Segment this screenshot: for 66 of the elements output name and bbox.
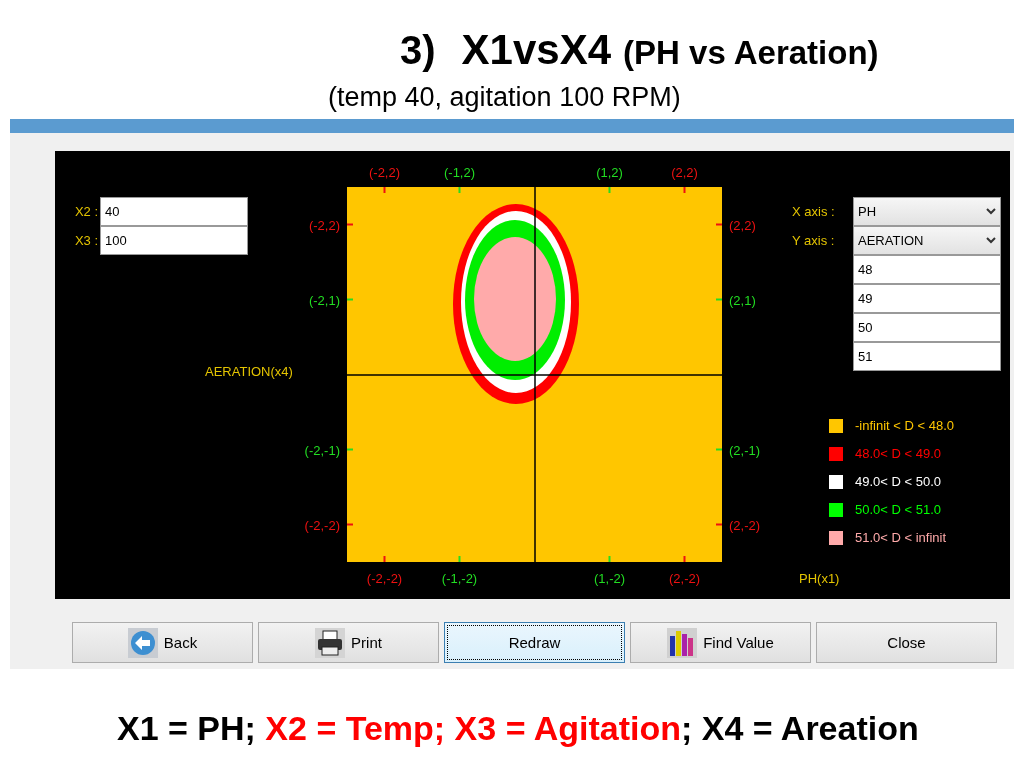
tick-mark [383, 555, 386, 562]
y-axis-label: AERATION(x4) [205, 364, 293, 379]
input-field[interactable]: 100 [100, 226, 248, 255]
legend-label: 48.0< D < 49.0 [855, 446, 941, 461]
level-field[interactable]: 51 [853, 342, 1001, 371]
tick-label: (-2,2) [308, 217, 340, 232]
tick-label: (-2,2) [368, 165, 401, 180]
tick-label: (2,-1) [729, 442, 761, 457]
level-field[interactable]: 49 [853, 284, 1001, 313]
legend-label: 49.0< D < 50.0 [855, 474, 941, 489]
tick-mark [608, 555, 611, 562]
tick-mark [383, 187, 386, 194]
level-field[interactable]: 50 [853, 313, 1001, 342]
tick-label: (2,-2) [729, 517, 761, 532]
input-field[interactable]: 40 [100, 197, 248, 226]
tick-label: (2,1) [729, 292, 756, 307]
field-label: X3 : [73, 233, 99, 248]
books-icon [667, 627, 698, 658]
toolbar-button[interactable]: Print [258, 622, 439, 663]
tick-label: (-2,-2) [366, 571, 403, 586]
tick-mark [608, 187, 611, 194]
level-field[interactable]: 48 [853, 255, 1001, 284]
tick-label: (2,2) [729, 217, 756, 232]
tick-label: (1,-2) [593, 571, 626, 586]
tick-mark [715, 298, 722, 301]
x-axis-label: PH(x1) [799, 571, 840, 586]
field-label: X2 : [73, 204, 99, 219]
tick-label: (-2,-2) [304, 517, 340, 532]
variable-legend-text: X1 = PH; X2 = Temp; X3 = Agitation; X4 = Areation [117, 709, 920, 748]
toolbar-button[interactable]: Find Value [630, 622, 811, 663]
tick-label: (1,2) [596, 165, 623, 180]
conditions-text: (temp 40, agitation 100 RPM) [328, 82, 681, 112]
back-arrow-icon [127, 627, 158, 658]
tick-mark [458, 555, 461, 562]
toolbar-button[interactable]: Close [816, 622, 997, 663]
tick-mark [347, 298, 354, 301]
tick-mark [683, 187, 686, 194]
slide-heading: X1vsX4 [461, 26, 612, 74]
legend-label: -infinit < D < 48.0 [855, 418, 954, 433]
printer-icon [315, 627, 346, 658]
tick-mark [715, 223, 722, 226]
tick-label: (-2,-1) [304, 442, 340, 457]
tick-mark [683, 555, 686, 562]
chevron-icon [986, 208, 996, 215]
tick-label: (2,2) [671, 165, 698, 180]
dropdown[interactable]: AERATION [853, 226, 1001, 255]
slide-heading-number: 3) [400, 28, 436, 73]
tick-label: (-1,-2) [441, 571, 478, 586]
legend-label: 51.0< D < infinit [855, 530, 947, 545]
tick-mark [715, 448, 722, 451]
tick-mark [458, 187, 461, 194]
tick-mark [347, 223, 354, 226]
tick-label: (-1,2) [443, 165, 476, 180]
legend-label: 50.0< D < 51.0 [855, 502, 941, 517]
tick-mark [347, 448, 354, 451]
tick-mark [715, 523, 722, 526]
tick-mark [347, 523, 354, 526]
tick-label: (2,-2) [668, 571, 701, 586]
slide-heading-subtitle: (PH vs Aeration) [623, 34, 879, 72]
chevron-icon [986, 237, 996, 244]
select-label: X axis : [792, 204, 836, 219]
dropdown[interactable]: PH [853, 197, 1001, 226]
toolbar-button[interactable]: Redraw [444, 622, 625, 663]
toolbar-button[interactable]: Back [72, 622, 253, 663]
select-label: Y axis : [792, 233, 836, 248]
tick-label: (-2,1) [308, 292, 340, 307]
